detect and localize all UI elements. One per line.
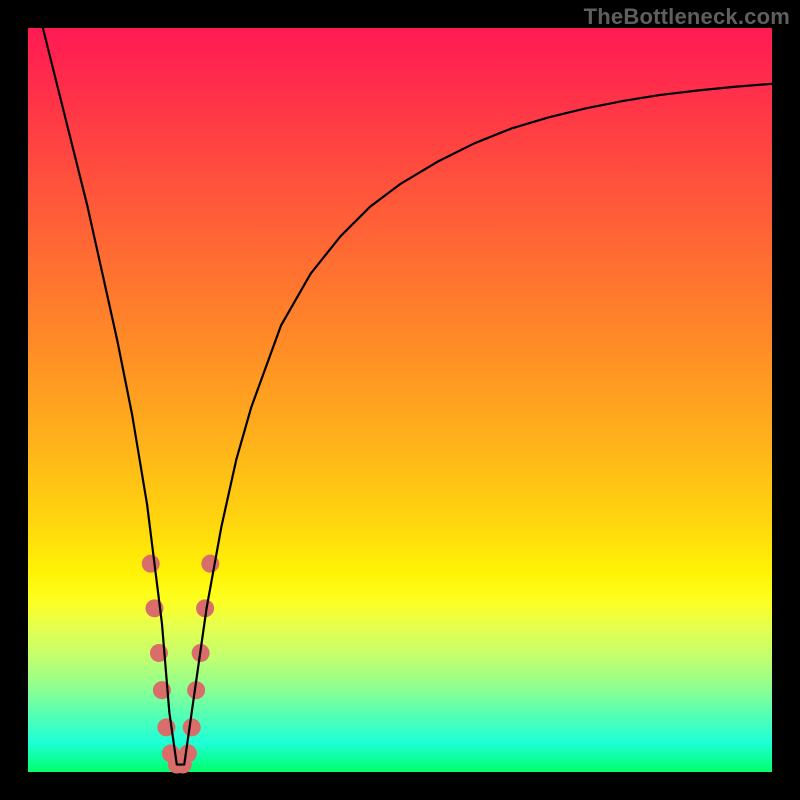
data-marker <box>142 555 160 573</box>
chart-frame: TheBottleneck.com <box>0 0 800 800</box>
plot-area <box>28 28 772 772</box>
watermark-text: TheBottleneck.com <box>584 4 790 30</box>
plot-svg <box>28 28 772 772</box>
markers-group <box>142 555 220 774</box>
data-marker <box>183 718 201 736</box>
data-marker <box>179 744 197 762</box>
